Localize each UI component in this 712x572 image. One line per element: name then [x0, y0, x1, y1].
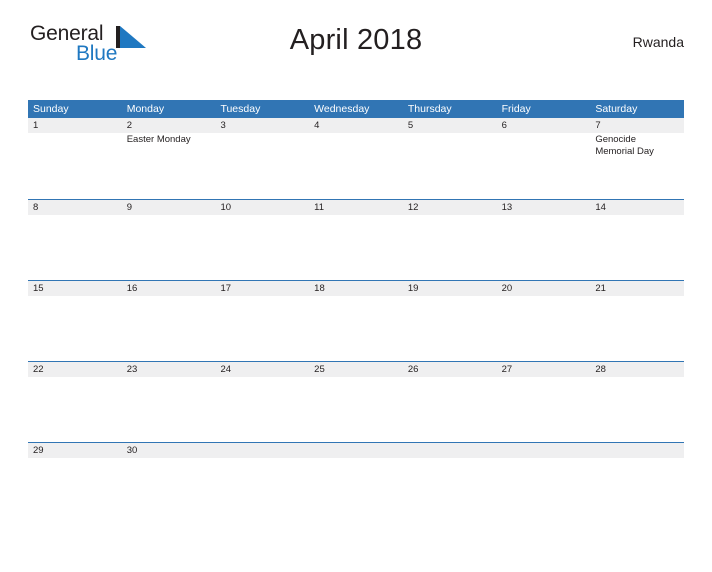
- day-number: 16: [126, 283, 138, 294]
- week-cells: 8 9 10 11 12 13 14: [28, 200, 684, 280]
- calendar-week-row: 8 9 10 11 12 13 14: [28, 199, 684, 280]
- day-cell-13[interactable]: 13: [497, 200, 591, 280]
- day-cell-27[interactable]: 27: [497, 362, 591, 442]
- country-label: Rwanda: [632, 34, 684, 50]
- day-cell-19[interactable]: 19: [403, 281, 497, 361]
- weekday-header-thursday: Thursday: [407, 103, 452, 115]
- day-cell-28[interactable]: 28: [590, 362, 684, 442]
- day-number: 30: [126, 445, 138, 456]
- calendar-page: General Blue April 2018 Rwanda Sunday Mon…: [0, 22, 712, 572]
- week-cells: 29 30: [28, 443, 684, 523]
- day-cell-18[interactable]: 18: [309, 281, 403, 361]
- event-list: Genocide Memorial Day: [595, 134, 684, 157]
- day-cell-14[interactable]: 14: [590, 200, 684, 280]
- day-number: 21: [595, 283, 606, 294]
- day-cell-30[interactable]: 30: [122, 443, 216, 523]
- day-number: 9: [126, 202, 133, 213]
- day-cell-1[interactable]: 1: [28, 118, 122, 199]
- day-number: 12: [407, 202, 419, 213]
- calendar-table: Sunday Monday Tuesday Wednesday Thursday Frid…: [28, 100, 684, 523]
- day-cell-empty: [403, 443, 497, 523]
- calendar-week-row: 22 23 24 25 26 27 28: [28, 361, 684, 442]
- day-cell-8[interactable]: 8: [28, 200, 122, 280]
- day-number: 1: [33, 120, 39, 131]
- day-number: 25: [314, 364, 325, 375]
- day-number: 10: [220, 202, 232, 213]
- day-number: [502, 443, 591, 458]
- day-number: 26: [407, 364, 419, 375]
- day-number: 15: [33, 283, 44, 294]
- day-number: 27: [501, 364, 513, 375]
- day-cell-26[interactable]: 26: [403, 362, 497, 442]
- day-number: 8: [33, 202, 39, 213]
- day-number: 29: [33, 445, 44, 456]
- day-cell-21[interactable]: 21: [590, 281, 684, 361]
- day-cell-6[interactable]: 6: [497, 118, 591, 199]
- day-number: 11: [314, 202, 325, 213]
- day-number: 4: [314, 120, 320, 131]
- weekday-header-saturday: Saturday: [595, 103, 638, 115]
- calendar-week-row: 1 2 Easter Monday 3 4 5 6 7 Genocide Memorial Da…: [28, 118, 684, 199]
- holiday-event: Genocide Memorial Day: [595, 134, 654, 157]
- weekday-header-sunday: Sunday: [33, 103, 69, 115]
- day-cell-12[interactable]: 12: [403, 200, 497, 280]
- weekday-header-tuesday: Tuesday: [220, 103, 261, 115]
- day-cell-29[interactable]: 29: [28, 443, 122, 523]
- weekday-header-friday: Friday: [501, 103, 531, 115]
- day-number: 20: [501, 283, 513, 294]
- week-cells: 22 23 24 25 26 27 28: [28, 362, 684, 442]
- day-number: 17: [220, 283, 232, 294]
- day-number: 2: [126, 120, 133, 131]
- day-number: [595, 443, 684, 458]
- day-number: 24: [220, 364, 232, 375]
- day-cell-5[interactable]: 5: [403, 118, 497, 199]
- day-cell-23[interactable]: 23: [122, 362, 216, 442]
- day-cell-4[interactable]: 4: [309, 118, 403, 199]
- day-cell-empty: [590, 443, 684, 523]
- day-number: 18: [314, 283, 325, 294]
- holiday-event: Easter Monday: [126, 134, 191, 145]
- calendar-week-row: 29 30: [28, 442, 684, 523]
- weekday-header-monday: Monday: [126, 103, 165, 115]
- day-number: [220, 443, 309, 458]
- day-cell-25[interactable]: 25: [309, 362, 403, 442]
- day-cell-2[interactable]: 2 Easter Monday: [122, 118, 216, 199]
- day-cell-11[interactable]: 11: [309, 200, 403, 280]
- day-cell-20[interactable]: 20: [497, 281, 591, 361]
- day-number: 7: [595, 120, 601, 131]
- day-cell-empty: [497, 443, 591, 523]
- calendar-body: 1 2 Easter Monday 3 4 5 6 7 Genocide Memorial Da…: [28, 118, 684, 523]
- day-number: 3: [220, 120, 226, 131]
- day-number: 14: [595, 202, 606, 213]
- event-list: Easter Monday: [127, 134, 216, 146]
- page-header: General Blue April 2018 Rwanda: [28, 22, 684, 72]
- day-number: 5: [407, 120, 414, 131]
- day-cell-15[interactable]: 15: [28, 281, 122, 361]
- calendar-week-row: 15 16 17 18 19 20 21: [28, 280, 684, 361]
- day-number: 28: [595, 364, 606, 375]
- day-cell-7[interactable]: 7 Genocide Memorial Day: [590, 118, 684, 199]
- day-cell-empty: [215, 443, 309, 523]
- day-cell-empty: [309, 443, 403, 523]
- day-number: 13: [501, 202, 513, 213]
- day-cell-10[interactable]: 10: [215, 200, 309, 280]
- day-number: [314, 443, 403, 458]
- day-cell-17[interactable]: 17: [215, 281, 309, 361]
- day-number: 19: [407, 283, 419, 294]
- day-number: 23: [126, 364, 138, 375]
- day-number: 6: [501, 120, 507, 131]
- weekday-header-wednesday: Wednesday: [314, 103, 370, 115]
- day-cell-22[interactable]: 22: [28, 362, 122, 442]
- day-number: 22: [33, 364, 44, 375]
- day-cell-9[interactable]: 9: [122, 200, 216, 280]
- page-title: April 2018: [289, 24, 423, 56]
- week-cells: 15 16 17 18 19 20 21: [28, 281, 684, 361]
- day-cell-24[interactable]: 24: [215, 362, 309, 442]
- day-cell-16[interactable]: 16: [122, 281, 216, 361]
- day-cell-3[interactable]: 3: [215, 118, 309, 199]
- week-cells: 1 2 Easter Monday 3 4 5 6 7 Genocide Memorial Da…: [28, 118, 684, 199]
- weekday-header-row: Sunday Monday Tuesday Wednesday Thursday Frid…: [28, 100, 684, 118]
- day-number: [408, 443, 497, 458]
